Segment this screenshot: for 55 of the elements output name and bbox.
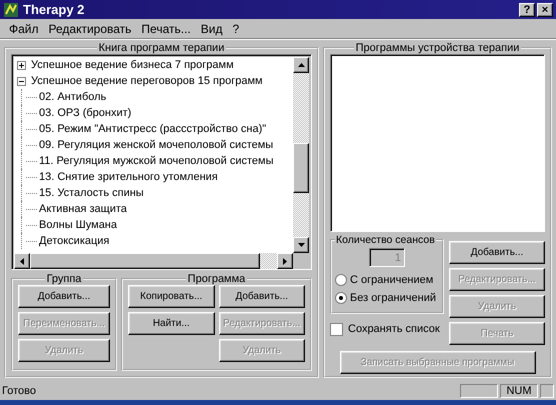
tree-item[interactable]: 02. Антиболь — [39, 91, 106, 103]
tree-item[interactable]: Активная защита — [39, 203, 127, 215]
tree-item[interactable]: 03. ОРЗ (бронхит) — [39, 107, 132, 119]
scroll-down-button[interactable] — [293, 237, 309, 253]
panel-title: Книга программ терапии — [98, 42, 226, 54]
checkbox-label: Сохранять список — [348, 323, 440, 335]
scroll-up-button[interactable] — [293, 57, 309, 73]
menu-item[interactable]: Вид — [196, 22, 228, 36]
scroll-thumb[interactable] — [293, 143, 309, 193]
status-indicator — [460, 384, 498, 398]
tree-item[interactable]: Волны Шумана — [39, 219, 117, 231]
left-arrow-icon — [20, 258, 24, 264]
help-button[interactable]: ? — [519, 2, 535, 16]
tree-item[interactable]: 05. Режим "Антистресс (рассстройство сна)" — [39, 123, 266, 135]
panel-title: Программа — [186, 273, 246, 285]
num-lock-indicator: NUM — [500, 384, 538, 398]
tree-item[interactable]: 13. Снятие зрительного утомления — [39, 171, 218, 183]
action-button[interactable]: Копировать... — [128, 285, 214, 308]
tree-item[interactable]: 11. Регуляция мужской мочеполовой системы — [39, 155, 274, 167]
scroll-thumb[interactable] — [30, 253, 260, 269]
up-arrow-icon — [298, 63, 304, 67]
close-button[interactable]: × — [537, 2, 553, 16]
panel-title: Количество сеансов — [335, 234, 436, 246]
action-button[interactable]: Добавить... — [449, 241, 545, 264]
radio-button[interactable] — [335, 292, 347, 304]
menu-item[interactable]: Печать... — [136, 22, 196, 36]
menu-item[interactable]: Файл — [4, 22, 44, 36]
window-title: Therapy 2 — [23, 2, 84, 17]
scroll-right-button[interactable] — [277, 253, 293, 269]
expand-icon[interactable] — [17, 60, 26, 70]
panel-title: Группа — [46, 273, 82, 285]
menu-item[interactable]: ? — [227, 22, 244, 36]
radio-button[interactable] — [335, 274, 347, 286]
status-indicator — [540, 384, 554, 398]
down-arrow-icon — [298, 243, 304, 247]
radio-label: Без ограничений — [350, 292, 436, 304]
tree-item[interactable]: Успешное ведение переговоров 15 программ — [31, 75, 263, 87]
tree-item[interactable]: Детоксикация — [39, 235, 110, 247]
panel-title: Программы устройства терапии — [354, 42, 520, 54]
action-button[interactable]: Найти... — [128, 312, 214, 335]
app-icon — [3, 2, 19, 18]
tree-item[interactable]: 15. Усталость спины — [39, 187, 144, 199]
tree-item[interactable]: Успешное ведение бизнеса 7 программ — [31, 59, 234, 71]
menu-item[interactable]: Редактировать — [44, 22, 136, 36]
status-text: Готово — [2, 385, 37, 397]
action-button[interactable]: Добавить... — [218, 285, 305, 308]
action-button[interactable]: Добавить... — [18, 285, 110, 308]
tree-item[interactable]: 09. Регуляция женской мочеполовой системы — [39, 139, 274, 151]
radio-label: С ограничением — [350, 274, 434, 286]
collapse-icon[interactable] — [17, 76, 26, 86]
right-arrow-icon — [283, 258, 287, 264]
scroll-left-button[interactable] — [14, 253, 30, 269]
checkbox[interactable] — [330, 322, 343, 336]
vertical-scrollbar[interactable] — [293, 57, 309, 253]
device-program-list[interactable] — [330, 54, 545, 232]
